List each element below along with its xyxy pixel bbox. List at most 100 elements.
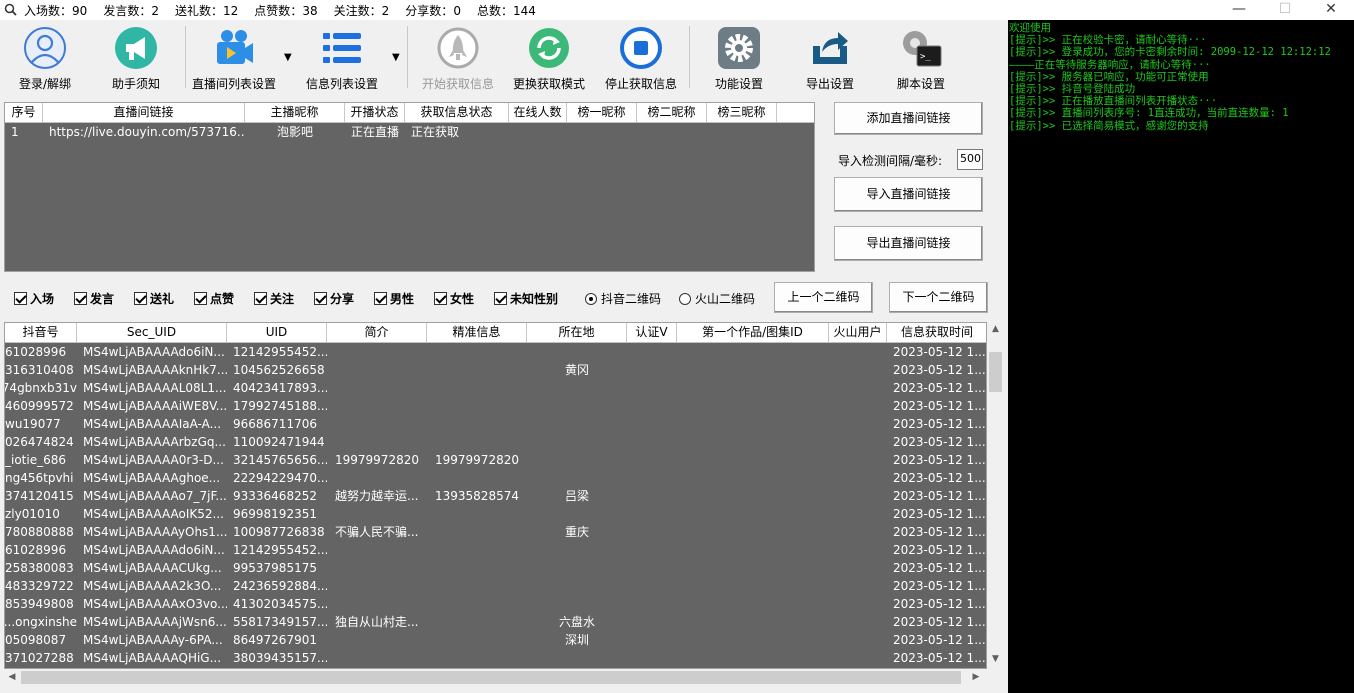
scroll-down-icon[interactable]: ▼ bbox=[987, 654, 1004, 664]
table-cell bbox=[527, 541, 627, 559]
table-cell: 40423417893... bbox=[233, 381, 327, 395]
table-cell: 不骗人民不骗... bbox=[335, 525, 419, 539]
info-column-header[interactable]: UID bbox=[227, 323, 327, 342]
table-cell bbox=[427, 541, 527, 559]
table-row[interactable]: 61028996 MS4wLjABAAAAdo6iN... 12142955452.… bbox=[5, 541, 986, 559]
room-list-settings-button[interactable]: 直播间列表设置 bbox=[189, 24, 279, 92]
table-row[interactable]: ongxinshe... MS4wLjABAAAAjWsn6... 55817349… bbox=[5, 613, 986, 631]
gear-icon bbox=[718, 27, 760, 69]
room-column-header[interactable]: 主播昵称 bbox=[245, 103, 345, 122]
table-row[interactable]: 316310408 MS4wLjABAAAAknHk7... 10456252665… bbox=[5, 361, 986, 379]
table-row[interactable]: 460999572 MS4wLjABAAAAiWE8V... 17992745188… bbox=[5, 397, 986, 415]
radio-huoshan-qr[interactable]: 火山二维码 bbox=[679, 290, 755, 306]
chevron-down-icon[interactable]: ▼ bbox=[284, 52, 294, 63]
filter-checkbox[interactable]: 男性 bbox=[374, 290, 414, 306]
filter-checkbox[interactable]: 送礼 bbox=[134, 290, 174, 306]
table-row[interactable]: 853949808 MS4wLjABAAAAxO3vo... 41302034575… bbox=[5, 595, 986, 613]
add-room-link-button[interactable]: 添加直播间链接 bbox=[834, 102, 983, 135]
info-list-settings-button[interactable]: 信息列表设置 bbox=[297, 24, 387, 92]
table-row[interactable]: zly01010 MS4wLjABAAAAoIK52... 96998192351 2… bbox=[5, 505, 986, 523]
table-row[interactable]: 026474824 MS4wLjABAAAArbzGq... 11009247194… bbox=[5, 433, 986, 451]
table-cell bbox=[527, 433, 627, 451]
filter-checkbox-label: 入场 bbox=[30, 292, 55, 306]
table-cell: MS4wLjABAAAA2k3O... bbox=[83, 579, 222, 593]
maximize-button[interactable]: ☐ bbox=[1262, 0, 1308, 20]
table-row[interactable]: 374120415 MS4wLjABAAAAo7_7jF... 9333646825… bbox=[5, 487, 986, 505]
export-settings-button[interactable]: 导出设置 bbox=[785, 24, 875, 92]
room-column-header[interactable]: 榜二昵称 bbox=[637, 103, 707, 122]
prev-qr-button[interactable]: 上一个二维码 bbox=[774, 282, 873, 313]
interval-input[interactable]: 500 bbox=[957, 149, 983, 170]
filter-checkbox[interactable]: 发言 bbox=[74, 290, 114, 306]
scroll-up-icon[interactable]: ▲ bbox=[987, 324, 1004, 334]
info-column-header[interactable]: 抖音号 bbox=[5, 323, 77, 342]
table-row[interactable]: 05098087 MS4wLjABAAAAy-6PA... 86497267901 深… bbox=[5, 631, 986, 649]
export-icon bbox=[813, 32, 848, 64]
table-cell bbox=[327, 541, 427, 559]
table-cell bbox=[527, 559, 627, 577]
table-cell: 13935828574 bbox=[435, 489, 519, 503]
import-room-link-button[interactable]: 导入直播间链接 bbox=[834, 177, 983, 212]
help-button[interactable]: 助手须知 bbox=[91, 24, 181, 92]
scroll-thumb[interactable] bbox=[21, 671, 961, 684]
filter-checkbox[interactable]: 点赞 bbox=[194, 290, 234, 306]
info-column-header[interactable]: Sec_UID bbox=[77, 323, 227, 342]
table-cell bbox=[677, 379, 829, 397]
table-row[interactable]: 371027288 MS4wLjABAAAAQHiG... 38039435157.… bbox=[5, 649, 986, 667]
log-line: [提示]>> 已选择简易模式，感谢您的支持 bbox=[1009, 119, 1209, 132]
stop-fetch-button[interactable]: 停止获取信息 bbox=[596, 24, 686, 92]
script-settings-button[interactable]: >_ 脚本设置 bbox=[876, 24, 966, 92]
table-row[interactable]: iotie_686_ MS4wLjABAAAA0r3-D... 3214576565… bbox=[5, 451, 986, 469]
function-settings-label: 功能设置 bbox=[714, 77, 763, 91]
table-row[interactable]: 483329722 MS4wLjABAAAA2k3O... 24236592884.… bbox=[5, 577, 986, 595]
info-table[interactable]: 抖音号 Sec_UID UID 简介 精准信息 所在地 认证V 第一个作品/图集ID 火山用户信… bbox=[4, 322, 987, 669]
next-qr-button[interactable]: 下一个二维码 bbox=[889, 282, 988, 313]
table-row[interactable]: 258380083 MS4wLjABAAAACUkg... 99537985175 2… bbox=[5, 559, 986, 577]
room-table[interactable]: 序号 直播间链接 主播昵称 开播状态 获取信息状态 在线人数 榜一昵称 榜二昵称 榜三昵称 1 h… bbox=[4, 102, 815, 272]
info-column-header[interactable]: 简介 bbox=[327, 323, 427, 342]
login-button[interactable]: 登录/解绑 bbox=[0, 24, 90, 92]
table-row[interactable]: 61028996 MS4wLjABAAAAdo6iN... 12142955452.… bbox=[5, 343, 986, 361]
room-column-header[interactable]: 榜一昵称 bbox=[567, 103, 637, 122]
table-cell bbox=[627, 523, 677, 541]
table-row[interactable]: 74gbnxb31v MS4wLjABAAAAL08L1... 4042341789… bbox=[5, 379, 986, 397]
scroll-left-icon[interactable]: ◀ bbox=[6, 672, 18, 682]
info-column-header[interactable]: 精准信息 bbox=[427, 323, 527, 342]
filter-checkbox[interactable]: 分享 bbox=[314, 290, 354, 306]
table-cell bbox=[427, 631, 527, 649]
info-column-header[interactable]: 所在地 bbox=[527, 323, 627, 342]
table-cell: 24236592884... bbox=[233, 579, 327, 593]
table-row[interactable]: wu19077 MS4wLjABAAAAIaA-A... 96686711706 20… bbox=[5, 415, 986, 433]
export-room-link-button[interactable]: 导出直播间链接 bbox=[834, 226, 983, 261]
scroll-thumb[interactable] bbox=[989, 352, 1002, 392]
room-column-header[interactable]: 榜三昵称 bbox=[707, 103, 777, 122]
filter-checkbox[interactable]: 女性 bbox=[434, 290, 474, 306]
room-column-header[interactable]: 获取信息状态 bbox=[405, 103, 509, 122]
room-column-header[interactable]: 序号 bbox=[5, 103, 43, 122]
chevron-down-icon[interactable]: ▼ bbox=[392, 52, 402, 63]
function-settings-button[interactable]: 功能设置 bbox=[694, 24, 784, 92]
table-row[interactable]: 1 https://live.douyin.com/573716... 泡影吧 正在直… bbox=[5, 123, 814, 141]
info-column-header[interactable]: 第一个作品/图集ID bbox=[677, 323, 829, 342]
switch-mode-button[interactable]: 更换获取模式 bbox=[504, 24, 594, 92]
room-column-header[interactable]: 在线人数 bbox=[509, 103, 567, 122]
room-column-header[interactable]: 直播间链接 bbox=[43, 103, 245, 122]
filter-checkbox[interactable]: 入场 bbox=[14, 290, 54, 306]
table-row[interactable]: ng456tpvhi MS4wLjABAAAAghoe... 22294229470… bbox=[5, 469, 986, 487]
filter-checkbox[interactable]: 未知性别 bbox=[494, 290, 558, 306]
close-button[interactable]: ✕ bbox=[1308, 0, 1354, 20]
room-column-header[interactable]: 开播状态 bbox=[345, 103, 405, 122]
stat-value: 38 bbox=[302, 4, 318, 18]
filter-checkbox[interactable]: 关注 bbox=[254, 290, 294, 306]
minimize-button[interactable]: — bbox=[1216, 0, 1262, 20]
info-table-vertical-scrollbar[interactable]: ▲ ▼ bbox=[987, 322, 1004, 669]
table-row[interactable]: 780880888 MS4wLjABAAAAyOhs1... 10098772683… bbox=[5, 523, 986, 541]
info-table-horizontal-scrollbar[interactable]: ◀ ▶ bbox=[4, 669, 987, 686]
info-column-header[interactable]: 信息获取时间 bbox=[887, 323, 986, 342]
start-fetch-button[interactable]: 开始获取信息 bbox=[413, 24, 503, 92]
radio-douyin-qr[interactable]: 抖音二维码 bbox=[585, 290, 661, 306]
scroll-right-icon[interactable]: ▶ bbox=[970, 672, 982, 682]
table-cell bbox=[327, 649, 427, 667]
info-column-header[interactable]: 认证V bbox=[627, 323, 677, 342]
info-column-header[interactable]: 火山用户 bbox=[829, 323, 887, 342]
